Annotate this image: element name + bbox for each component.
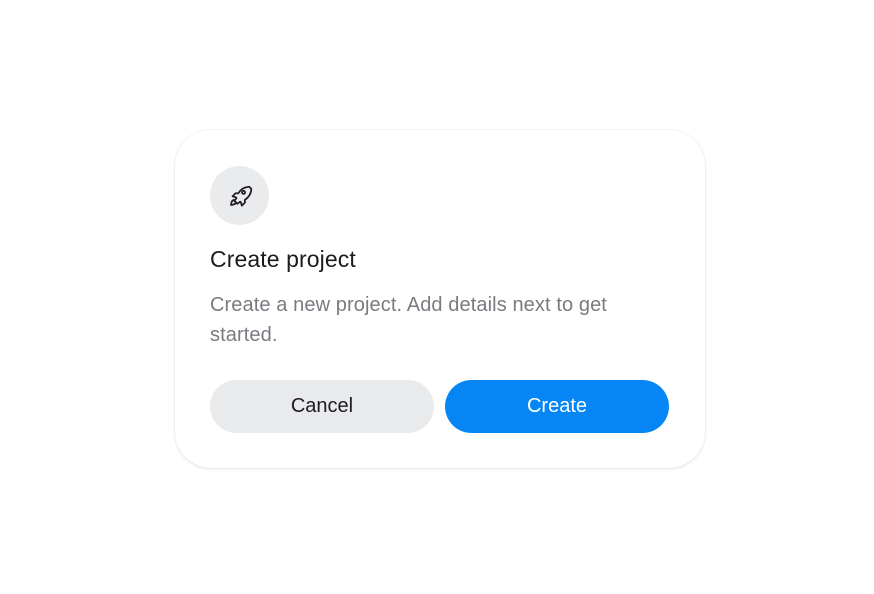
page: Create project Create a new project. Add… [0,0,874,594]
dialog-description: Create a new project. Add details next t… [210,294,607,346]
rocket-icon [229,185,252,207]
create-button[interactable]: Create [445,380,669,433]
cancel-button[interactable]: Cancel [210,380,434,433]
create-project-dialog: Create project Create a new project. Add… [175,130,705,468]
dialog-title: Create project [210,246,356,272]
dialog-icon-badge [210,166,269,225]
